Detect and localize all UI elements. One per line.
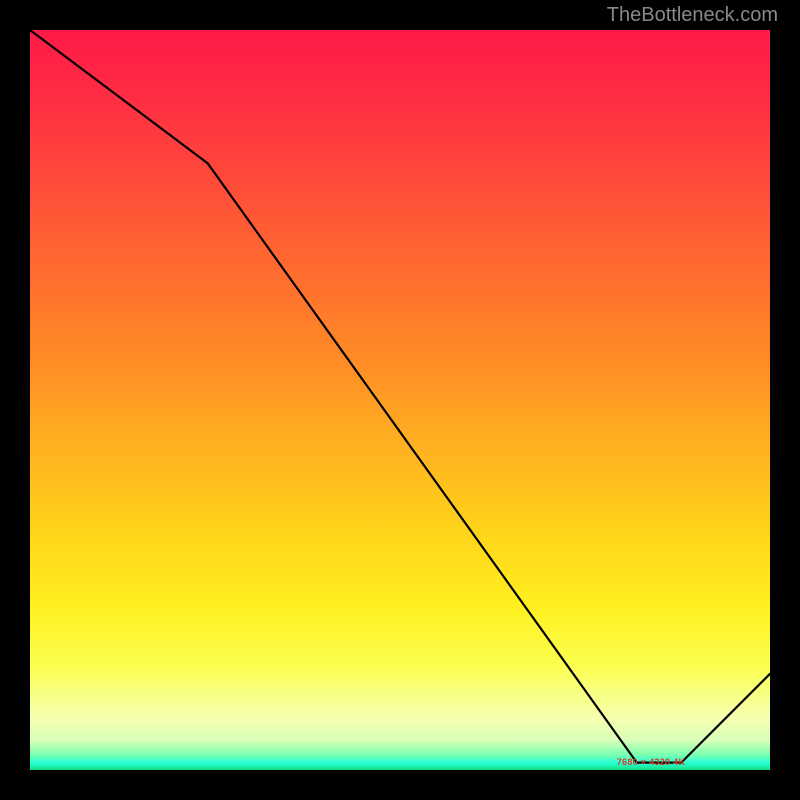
resolution-label: 7680 × 4320 4K [617,757,686,767]
watermark-text: TheBottleneck.com [607,4,778,27]
bottleneck-curve [30,30,770,770]
plot-area: 7680 × 4320 4K [30,30,770,770]
chart-frame: 7680 × 4320 4K [0,0,800,800]
